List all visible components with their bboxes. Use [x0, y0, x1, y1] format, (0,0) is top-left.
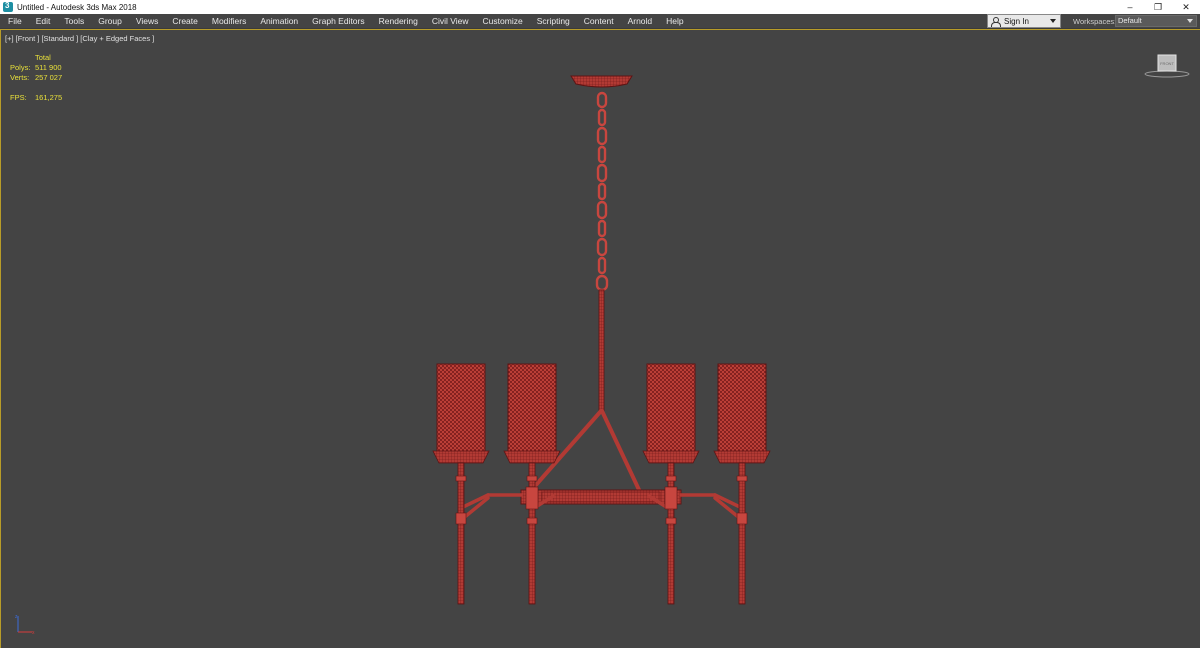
- menu-content[interactable]: Content: [577, 14, 621, 29]
- close-button[interactable]: ✕: [1172, 0, 1200, 14]
- menu-views[interactable]: Views: [129, 14, 166, 29]
- menu-graph-editors[interactable]: Graph Editors: [305, 14, 371, 29]
- minimize-button[interactable]: –: [1116, 0, 1144, 14]
- 3dsmax-app-icon[interactable]: [3, 1, 13, 12]
- chevron-down-icon: [1050, 19, 1056, 23]
- chevron-down-icon: [1187, 19, 1193, 23]
- menu-customize[interactable]: Customize: [476, 14, 530, 29]
- chandelier-model[interactable]: [1, 30, 1200, 648]
- menu-edit[interactable]: Edit: [29, 14, 58, 29]
- user-icon: [991, 16, 1001, 27]
- menu-modifiers[interactable]: Modifiers: [205, 14, 253, 29]
- menu-rendering[interactable]: Rendering: [372, 14, 425, 29]
- workspaces-select[interactable]: Default: [1115, 15, 1197, 27]
- axis-tripod-icon: z x: [15, 614, 35, 636]
- sign-in-label: Sign In: [1004, 16, 1029, 26]
- restore-button[interactable]: ❐: [1144, 0, 1172, 14]
- window-title: Untitled - Autodesk 3ds Max 2018: [17, 2, 137, 12]
- menu-animation[interactable]: Animation: [253, 14, 305, 29]
- menu-scripting[interactable]: Scripting: [530, 14, 577, 29]
- menu-arnold[interactable]: Arnold: [621, 14, 660, 29]
- svg-text:x: x: [32, 630, 35, 636]
- menu-tools[interactable]: Tools: [57, 14, 91, 29]
- menu-create[interactable]: Create: [165, 14, 205, 29]
- window-controls: – ❐ ✕: [1116, 0, 1200, 14]
- menu-file[interactable]: File: [0, 14, 29, 29]
- title-bar: Untitled - Autodesk 3ds Max 2018 – ❐ ✕: [0, 0, 1200, 14]
- menu-group[interactable]: Group: [91, 14, 129, 29]
- sign-in-dropdown[interactable]: Sign In: [987, 14, 1061, 28]
- menu-help[interactable]: Help: [659, 14, 690, 29]
- front-viewport[interactable]: [+] [Front ] [Standard ] [Clay + Edged F…: [0, 29, 1200, 648]
- workspaces-value: Default: [1118, 16, 1142, 25]
- menu-civil-view[interactable]: Civil View: [425, 14, 476, 29]
- workspaces-label: Workspaces:: [1073, 17, 1117, 26]
